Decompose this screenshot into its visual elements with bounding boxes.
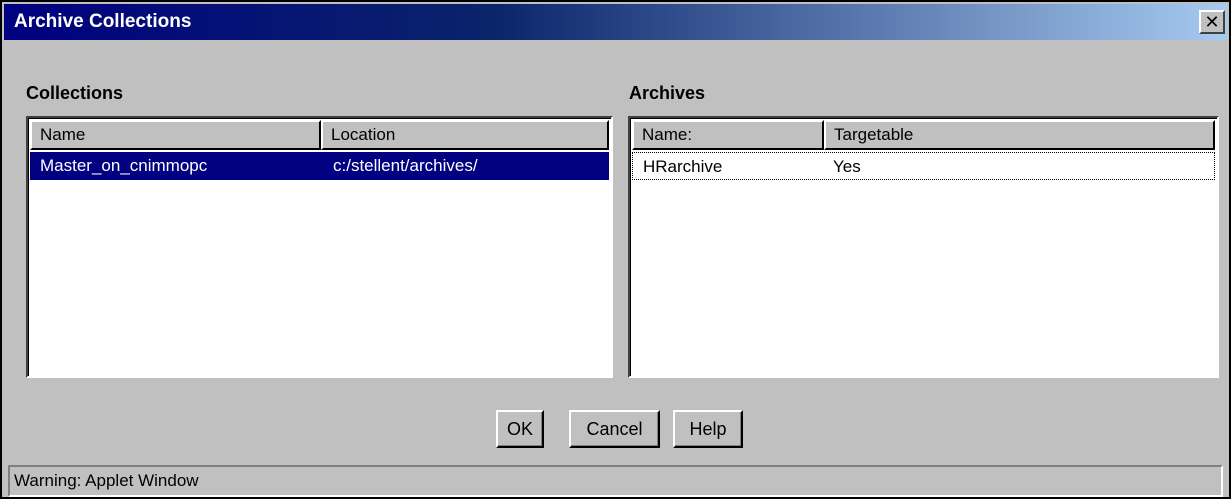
cancel-button[interactable]: Cancel — [569, 410, 660, 448]
archives-list[interactable]: Name: Targetable HRarchive Yes — [628, 116, 1219, 378]
archive-name-cell: HRarchive — [643, 157, 723, 176]
archives-label: Archives — [629, 83, 706, 103]
column-header-name[interactable]: Name — [30, 120, 321, 150]
column-header-location[interactable]: Location — [321, 120, 609, 150]
column-header-archive-name[interactable]: Name: — [632, 120, 824, 150]
title-bar[interactable]: Archive Collections ✕ — [4, 4, 1227, 40]
archive-row[interactable]: HRarchive Yes — [632, 152, 1215, 180]
ok-button[interactable]: OK — [496, 410, 544, 448]
collections-label: Collections — [26, 83, 124, 103]
archive-collections-dialog: Archive Collections ✕ Collections Name L… — [0, 0, 1231, 499]
collection-name-cell: Master_on_cnimmopc — [40, 156, 208, 175]
close-button[interactable]: ✕ — [1199, 10, 1225, 34]
archive-targetable-cell: Yes — [833, 157, 861, 176]
archives-header: Name: Targetable — [632, 120, 1215, 150]
collection-row[interactable]: Master_on_cnimmopc c:/stellent/archives/ — [30, 152, 609, 180]
help-button[interactable]: Help — [673, 410, 743, 448]
collections-list[interactable]: Name Location Master_on_cnimmopc c:/stel… — [26, 116, 613, 378]
column-header-targetable[interactable]: Targetable — [824, 120, 1215, 150]
collection-location-cell: c:/stellent/archives/ — [333, 156, 478, 175]
collections-header: Name Location — [30, 120, 609, 150]
close-icon: ✕ — [1204, 12, 1220, 32]
window-title: Archive Collections — [14, 11, 192, 32]
status-bar: Warning: Applet Window — [8, 465, 1223, 497]
